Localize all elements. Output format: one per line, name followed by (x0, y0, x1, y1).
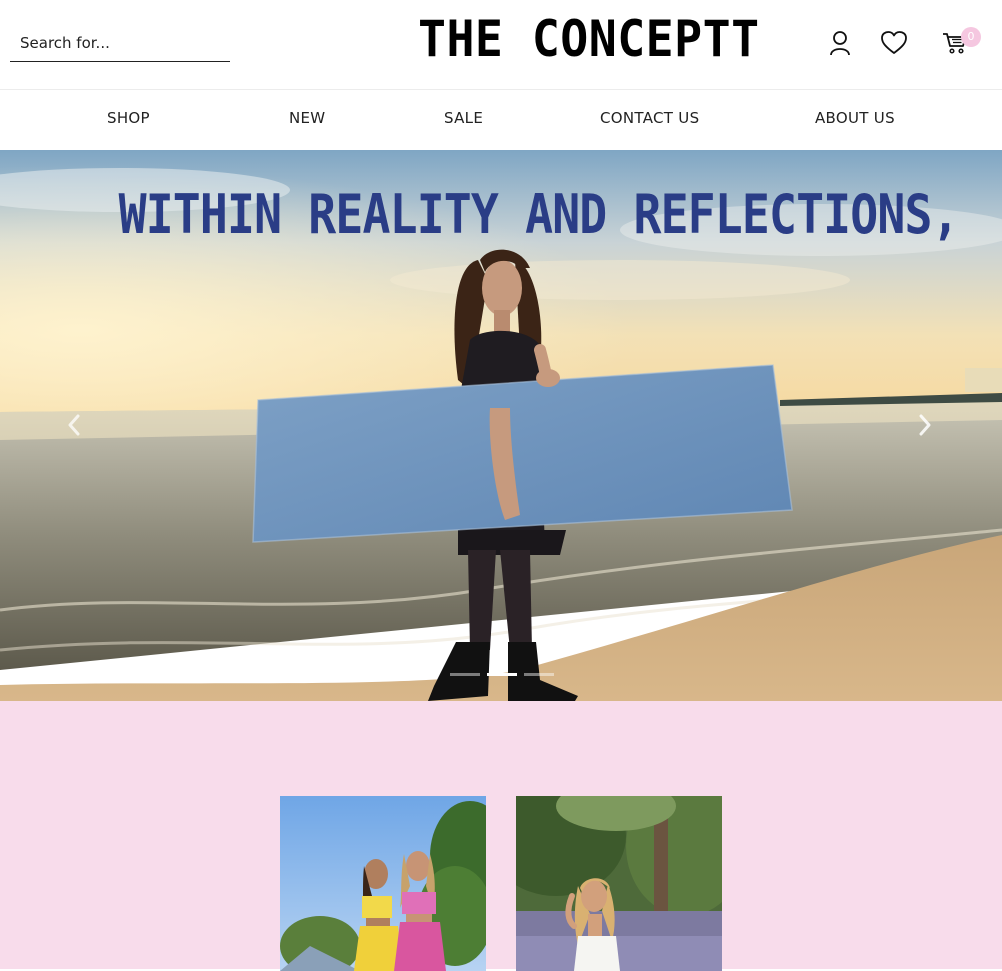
slider-indicators (450, 673, 554, 677)
chevron-left-icon[interactable] (62, 410, 86, 440)
site-logo[interactable]: THE CONCEPTT (418, 10, 773, 68)
nav-item-contact-us[interactable]: CONTACT US (600, 90, 699, 150)
collection-card-2[interactable] (516, 796, 722, 971)
nav-item-new[interactable]: NEW (289, 90, 325, 150)
nav-item-about-us[interactable]: ABOUT US (815, 90, 895, 150)
main-nav: SHOP NEW SALE CONTACT US ABOUT US (0, 90, 1002, 150)
nav-item-sale[interactable]: SALE (444, 90, 483, 150)
two-women-colorful-outfits-photo (280, 796, 486, 971)
search-input[interactable] (10, 28, 230, 58)
collection-card-1[interactable] (280, 796, 486, 971)
chevron-right-icon[interactable] (913, 410, 937, 440)
hero-headline: WITHIN REALITY AND REFLECTIONS, (118, 183, 960, 246)
search-box (10, 28, 230, 62)
heart-icon[interactable] (879, 28, 909, 58)
woman-white-top-forest-photo (516, 796, 722, 971)
slider-dot-2[interactable] (487, 673, 517, 676)
nav-item-shop[interactable]: SHOP (107, 90, 150, 150)
site-header: THE CONCEPTT 0 (0, 0, 1002, 90)
slider-dot-1[interactable] (450, 673, 480, 676)
slider-dot-3[interactable] (524, 673, 554, 676)
collection-section (0, 701, 1002, 971)
cart-count-badge: 0 (961, 27, 981, 47)
hero-slider: WITHIN REALITY AND REFLECTIONS, (0, 150, 1002, 701)
user-icon[interactable] (825, 28, 855, 58)
